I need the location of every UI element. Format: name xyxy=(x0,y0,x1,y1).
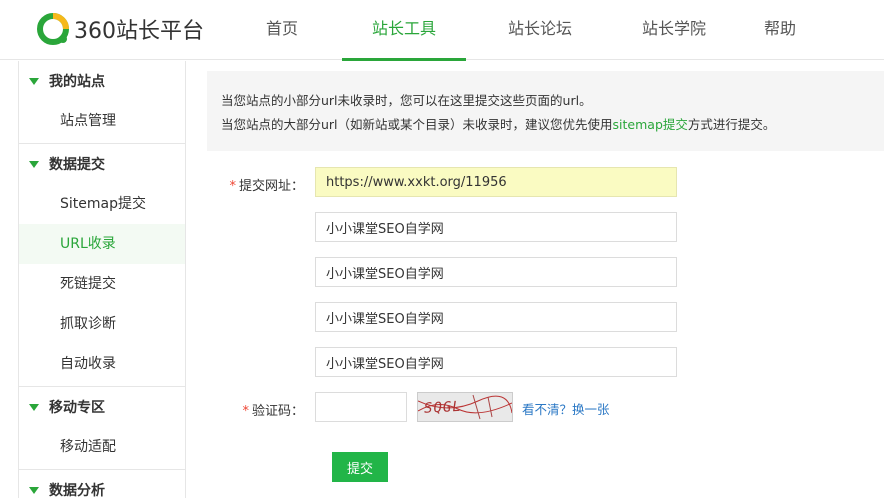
sidebar-group-header[interactable]: 数据分析 xyxy=(19,470,185,498)
captcha-text: SQGL xyxy=(424,399,463,417)
caret-down-icon xyxy=(29,160,39,168)
captcha-image[interactable]: SQGL xyxy=(417,392,513,422)
caret-down-icon xyxy=(29,486,39,494)
logo-icon xyxy=(36,12,70,46)
captcha-input[interactable] xyxy=(315,392,407,422)
url-label: * 提交网址： xyxy=(229,179,304,194)
sidebar-group-header[interactable]: 数据提交 xyxy=(19,144,185,184)
sidebar: 我的站点 站点管理 数据提交 Sitemap提交 URL收录 死链提交 抓取诊断… xyxy=(18,61,186,498)
nav-webmaster-tools[interactable]: 站长工具 xyxy=(342,0,466,61)
sidebar-group-data-submit: 数据提交 Sitemap提交 URL收录 死链提交 抓取诊断 自动收录 xyxy=(19,144,185,387)
captcha-refresh-link[interactable]: 看不清？换一张 xyxy=(522,399,610,418)
url-input-2[interactable] xyxy=(315,212,677,242)
brand-name: 360站长平台 xyxy=(74,19,204,44)
sidebar-group-header[interactable]: 移动专区 xyxy=(19,387,185,427)
sitemap-submit-link[interactable]: sitemap提交 xyxy=(613,117,688,132)
url-input-4[interactable] xyxy=(315,302,677,332)
sidebar-item-url-submit[interactable]: URL收录 xyxy=(19,224,185,264)
nav-help[interactable]: 帮助 xyxy=(740,0,820,60)
sidebar-group-mobile: 移动专区 移动适配 xyxy=(19,387,185,470)
caret-down-icon xyxy=(29,77,39,85)
top-header: 360站长平台 首页 站长工具 站长论坛 站长学院 帮助 xyxy=(0,0,884,61)
url-input-3[interactable] xyxy=(315,257,677,287)
url-input-5[interactable] xyxy=(315,347,677,377)
notice-line-1: 当您站点的小部分url未收录时，您可以在这里提交这些页面的url。 xyxy=(221,93,592,108)
caret-down-icon xyxy=(29,403,39,411)
sidebar-group-title: 数据分析 xyxy=(49,483,105,498)
submit-button[interactable]: 提交 xyxy=(332,452,388,482)
sidebar-group-title: 数据提交 xyxy=(49,157,105,173)
captcha-label: * 验证码： xyxy=(242,404,304,419)
sidebar-group-analytics: 数据分析 xyxy=(19,470,185,498)
sidebar-item-mobile-adapt[interactable]: 移动适配 xyxy=(19,427,185,467)
sidebar-item-crawl-diagnose[interactable]: 抓取诊断 xyxy=(19,304,185,344)
nav-forum[interactable]: 站长论坛 xyxy=(478,0,602,60)
sidebar-group-title: 我的站点 xyxy=(49,74,105,90)
notice-line-2: 当您站点的大部分url（如新站或某个目录）未收录时，建议您优先使用sitemap… xyxy=(221,117,776,132)
sidebar-item-deadlink[interactable]: 死链提交 xyxy=(19,264,185,304)
info-notice: 当您站点的小部分url未收录时，您可以在这里提交这些页面的url。 当您站点的大… xyxy=(207,71,884,151)
url-input-1[interactable] xyxy=(315,167,677,197)
nav-home[interactable]: 首页 xyxy=(230,0,334,60)
sidebar-item-site-manage[interactable]: 站点管理 xyxy=(19,101,185,141)
sidebar-group-header[interactable]: 我的站点 xyxy=(19,61,185,101)
sidebar-group-my-sites: 我的站点 站点管理 xyxy=(19,61,185,144)
nav-academy[interactable]: 站长学院 xyxy=(612,0,736,60)
sidebar-item-sitemap[interactable]: Sitemap提交 xyxy=(19,184,185,224)
sidebar-item-auto-include[interactable]: 自动收录 xyxy=(19,344,185,384)
brand-logo[interactable]: 360站长平台 xyxy=(36,12,204,46)
main-nav: 首页 站长工具 站长论坛 站长学院 帮助 xyxy=(230,0,820,61)
sidebar-group-title: 移动专区 xyxy=(49,400,105,416)
